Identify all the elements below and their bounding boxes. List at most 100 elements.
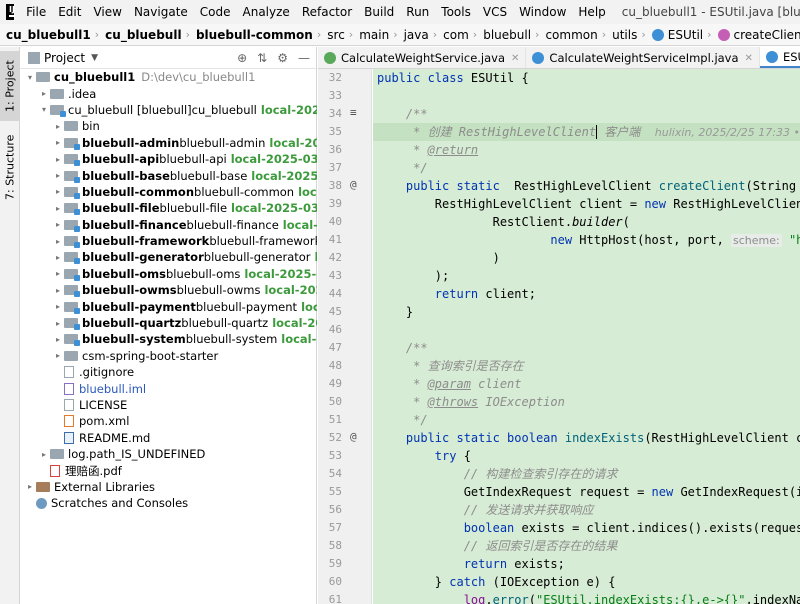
code-line[interactable]: boolean exists = client.indices().exists… [373, 519, 800, 537]
menu-item-navigate[interactable]: Navigate [128, 0, 194, 24]
chevron-down-icon[interactable]: ▾ [38, 105, 50, 114]
gear-icon[interactable]: ⚙ [277, 51, 288, 65]
structure-tool-tab[interactable]: 7: Structure [0, 127, 20, 207]
project-tool-tab[interactable]: 1: Project [0, 51, 20, 121]
chevron-right-icon[interactable]: ▸ [52, 335, 64, 344]
tree-row[interactable]: Scratches and Consoles [20, 495, 317, 511]
chevron-down-icon[interactable]: ▾ [24, 73, 36, 82]
tree-row[interactable]: ▸ bin [20, 118, 317, 134]
code-line[interactable]: * 查询索引是否存在 [373, 357, 800, 375]
breadcrumb-item[interactable]: ESUtil [646, 28, 707, 42]
breadcrumb-item[interactable]: bluebull-common [190, 28, 317, 42]
tree-row[interactable]: ▸ csm-spring-boot-starter [20, 348, 317, 364]
code-editor[interactable]: public class ESUtil { /** * 创建 RestHighL… [373, 69, 800, 604]
tree-row[interactable]: ▸bluebull-basebluebull-baselocal-2025-03… [20, 167, 317, 183]
chevron-right-icon[interactable]: ▸ [52, 253, 64, 262]
chevron-right-icon[interactable]: ▸ [24, 482, 36, 491]
menu-item-view[interactable]: View [87, 0, 127, 24]
chevron-down-icon[interactable]: ▼ [91, 53, 98, 63]
code-line[interactable] [373, 321, 800, 339]
override-annotation-icon[interactable]: @ [350, 430, 357, 443]
chevron-right-icon[interactable]: ▸ [52, 269, 64, 278]
code-line[interactable]: /** [373, 339, 800, 357]
tree-row[interactable]: .gitignore [20, 364, 317, 380]
menu-item-code[interactable]: Code [194, 0, 237, 24]
code-line[interactable]: public static boolean indexExists(RestHi… [373, 429, 800, 447]
code-line[interactable]: public static RestHighLevelClient create… [373, 177, 800, 195]
chevron-right-icon[interactable]: ▸ [38, 89, 50, 98]
menu-item-analyze[interactable]: Analyze [237, 0, 296, 24]
code-line[interactable]: return client; [373, 285, 800, 303]
breadcrumb-item[interactable]: common [539, 28, 601, 42]
chevron-right-icon[interactable]: ▸ [52, 302, 64, 311]
code-line[interactable]: try { [373, 447, 800, 465]
locate-icon[interactable]: ⊕ [237, 51, 247, 65]
menu-item-tools[interactable]: Tools [435, 0, 477, 24]
tree-row[interactable]: ▸bluebull-adminbluebull-adminlocal-2025-… [20, 135, 317, 151]
close-icon[interactable]: ✕ [511, 53, 519, 64]
code-line[interactable] [373, 87, 800, 105]
code-line[interactable]: public class ESUtil { [373, 69, 800, 87]
code-line[interactable]: /** [373, 105, 800, 123]
tree-row[interactable]: ▸bluebull-generatorbluebull-generatorloc… [20, 249, 317, 265]
code-line[interactable]: * 创建 RestHighLevelClient 客户端 hulixin, 20… [373, 123, 800, 141]
breadcrumb-item[interactable]: java [398, 28, 433, 42]
project-panel-title[interactable]: Project [44, 51, 85, 65]
menu-item-vcs[interactable]: VCS [477, 0, 513, 24]
tree-row[interactable]: ▾ cu_bluebull [bluebull] cu_bluebull local-… [20, 102, 317, 118]
editor-tab[interactable]: ESUtil.java✕ [759, 47, 800, 68]
tree-row[interactable]: ▸ .idea [20, 85, 317, 101]
tree-row[interactable]: ▸ External Libraries [20, 479, 317, 495]
code-line[interactable]: * @throws IOException [373, 393, 800, 411]
breadcrumb-item[interactable]: main [353, 28, 393, 42]
code-line[interactable]: } [373, 303, 800, 321]
doc-comment-icon[interactable]: ≡ [350, 106, 357, 119]
breadcrumb-item[interactable]: bluebull [477, 28, 535, 42]
close-icon[interactable]: ✕ [745, 53, 753, 64]
tree-row[interactable]: ▸bluebull-paymentbluebull-paymentlocal-2… [20, 298, 317, 314]
code-line[interactable]: ) [373, 249, 800, 267]
code-line[interactable]: new HttpHost(host, port, scheme: "http") [373, 231, 800, 249]
breadcrumb-item[interactable]: com [437, 28, 473, 42]
tree-row[interactable]: ▸bluebull-omsbluebull-omslocal-2025-03-2… [20, 266, 317, 282]
tree-row[interactable]: ▸bluebull-systembluebull-systemlocal-202… [20, 331, 317, 347]
breadcrumb-item[interactable]: cu_bluebull [99, 28, 185, 42]
code-line[interactable]: RestHighLevelClient client = new RestHig… [373, 195, 800, 213]
code-line[interactable]: return exists; [373, 555, 800, 573]
tree-row[interactable]: ▾ cu_bluebull1 D:\dev\cu_bluebull1 [20, 69, 317, 85]
chevron-right-icon[interactable]: ▸ [52, 351, 64, 360]
breadcrumb-item[interactable]: src [321, 28, 349, 42]
code-line[interactable]: */ [373, 411, 800, 429]
override-annotation-icon[interactable]: @ [350, 178, 357, 191]
chevron-right-icon[interactable]: ▸ [52, 204, 64, 213]
menu-item-window[interactable]: Window [513, 0, 572, 24]
code-line[interactable]: */ [373, 159, 800, 177]
breadcrumb-item[interactable]: utils [606, 28, 641, 42]
tree-row[interactable]: LICENSE [20, 397, 317, 413]
breadcrumb-item[interactable]: cu_bluebull1 [0, 28, 95, 42]
code-line[interactable]: log.error("ESUtil.indexExists:{},e->{}",… [373, 591, 800, 604]
menu-item-refactor[interactable]: Refactor [296, 0, 358, 24]
code-line[interactable]: // 构建检查索引存在的请求 [373, 465, 800, 483]
tree-row[interactable]: bluebull.iml [20, 380, 317, 396]
chevron-right-icon[interactable]: ▸ [52, 122, 64, 131]
breadcrumb-item[interactable]: createClient [712, 28, 800, 42]
menu-item-file[interactable]: File [20, 0, 52, 24]
menu-item-edit[interactable]: Edit [52, 0, 87, 24]
code-line[interactable]: // 返回索引是否存在的结果 [373, 537, 800, 555]
chevron-right-icon[interactable]: ▸ [38, 450, 50, 459]
menu-item-build[interactable]: Build [358, 0, 400, 24]
code-line[interactable]: * @return [373, 141, 800, 159]
menu-item-run[interactable]: Run [400, 0, 435, 24]
code-line[interactable]: ); [373, 267, 800, 285]
tree-row[interactable]: ▸bluebull-owmsbluebull-owmslocal-2025-03… [20, 282, 317, 298]
chevron-right-icon[interactable]: ▸ [52, 286, 64, 295]
tree-row[interactable]: 理赔函.pdf [20, 462, 317, 478]
chevron-right-icon[interactable]: ▸ [52, 155, 64, 164]
tree-row[interactable]: ▸bluebull-commonbluebull-commonlocal-202… [20, 184, 317, 200]
tree-row[interactable]: README.md [20, 430, 317, 446]
chevron-right-icon[interactable]: ▸ [52, 187, 64, 196]
menu-item-help[interactable]: Help [572, 0, 611, 24]
code-line[interactable]: RestClient.builder( [373, 213, 800, 231]
code-line[interactable]: // 发送请求并获取响应 [373, 501, 800, 519]
